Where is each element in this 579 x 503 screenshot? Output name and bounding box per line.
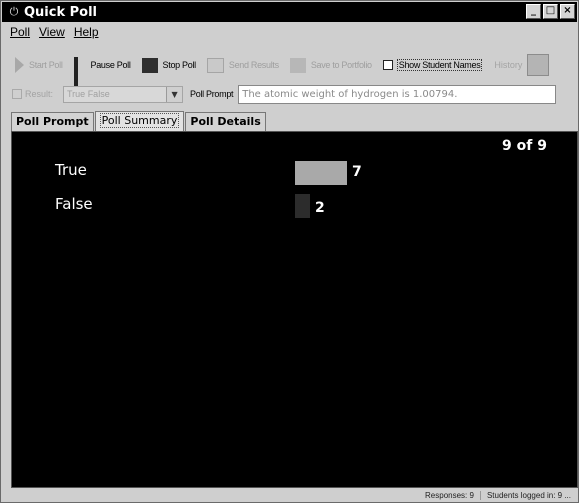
save-to-portfolio-label: Save to Portfolio	[310, 60, 372, 70]
save-icon	[289, 57, 306, 73]
pause-icon	[73, 57, 86, 89]
send-results-icon	[206, 57, 224, 73]
pause-poll-button[interactable]: Pause Poll	[73, 57, 131, 89]
tab-strip: Poll Prompt Poll Summary Poll Details	[11, 111, 267, 131]
menu-help[interactable]: Help	[74, 25, 99, 39]
tab-poll-summary-label: Poll Summary	[99, 113, 180, 128]
maximize-button[interactable]: □	[543, 4, 558, 19]
show-student-names-label: Show Student Names	[396, 59, 483, 71]
menu-view[interactable]: View	[39, 25, 65, 39]
poll-prompt-label: Poll Prompt	[190, 89, 234, 99]
minimize-button[interactable]: _	[526, 4, 541, 19]
play-icon	[15, 57, 24, 73]
menu-bar: Poll View Help	[2, 22, 577, 42]
option-label-true: True	[55, 161, 87, 179]
close-button[interactable]: ×	[560, 4, 575, 19]
stop-poll-button[interactable]: Stop Poll	[141, 57, 197, 73]
window-controls: _ □ ×	[526, 4, 575, 19]
title-bar: ⏻ Quick Poll _ □ ×	[2, 2, 577, 22]
power-icon: ⏻	[9, 5, 19, 18]
bar-value-false: 2	[315, 200, 325, 216]
start-poll-button[interactable]: Start Poll	[15, 57, 63, 73]
menu-poll[interactable]: Poll	[10, 25, 30, 39]
bar-false	[295, 194, 310, 218]
bar-value-true: 7	[352, 164, 362, 180]
toolbar: Start Poll Pause Poll Stop Poll Send Res…	[2, 50, 577, 89]
tab-poll-summary[interactable]: Poll Summary	[94, 111, 185, 131]
option-label-false: False	[55, 195, 93, 213]
show-student-names-checkbox[interactable]	[382, 60, 393, 70]
responses-status: Responses: 9	[425, 491, 474, 500]
chevron-down-icon[interactable]: ▼	[166, 86, 183, 102]
result-checkbox[interactable]	[12, 89, 22, 99]
quick-poll-window: ⏻ Quick Poll _ □ × Poll View Help Start …	[0, 0, 579, 503]
window-title: Quick Poll	[24, 4, 98, 20]
result-label: Result:	[25, 89, 54, 99]
students-logged-status: Students logged in: 9 ...	[479, 491, 577, 500]
bar-true	[295, 161, 347, 185]
save-to-portfolio-button[interactable]: Save to Portfolio	[289, 57, 372, 73]
tab-poll-prompt-label: Poll Prompt	[16, 115, 89, 128]
poll-type-select[interactable]: True False ▼	[63, 85, 184, 103]
start-poll-label: Start Poll	[29, 60, 63, 70]
stop-poll-label: Stop Poll	[162, 60, 197, 70]
tab-poll-prompt[interactable]: Poll Prompt	[11, 112, 94, 131]
pause-poll-label: Pause Poll	[90, 60, 131, 70]
history-button[interactable]	[527, 54, 550, 76]
poll-settings-row: Result: True False ▼ Poll Prompt The ato…	[2, 83, 577, 105]
tab-poll-details-label: Poll Details	[190, 115, 261, 128]
show-student-names-toggle[interactable]: Show Student Names	[382, 59, 483, 71]
result-toggle[interactable]: Result:	[12, 89, 53, 99]
response-count: 9 of 9	[502, 138, 547, 154]
send-results-button[interactable]: Send Results	[206, 57, 279, 73]
stop-icon	[141, 57, 158, 73]
poll-summary-panel: 9 of 9 True 7 False 2	[11, 131, 578, 488]
send-results-label: Send Results	[228, 60, 279, 70]
tab-poll-details[interactable]: Poll Details	[185, 112, 266, 131]
history-label: History	[494, 60, 523, 70]
status-bar: Responses: 9 Students logged in: 9 ...	[2, 489, 577, 502]
poll-prompt-field[interactable]: The atomic weight of hydrogen is 1.00794…	[238, 84, 557, 104]
poll-type-value: True False	[67, 89, 110, 99]
